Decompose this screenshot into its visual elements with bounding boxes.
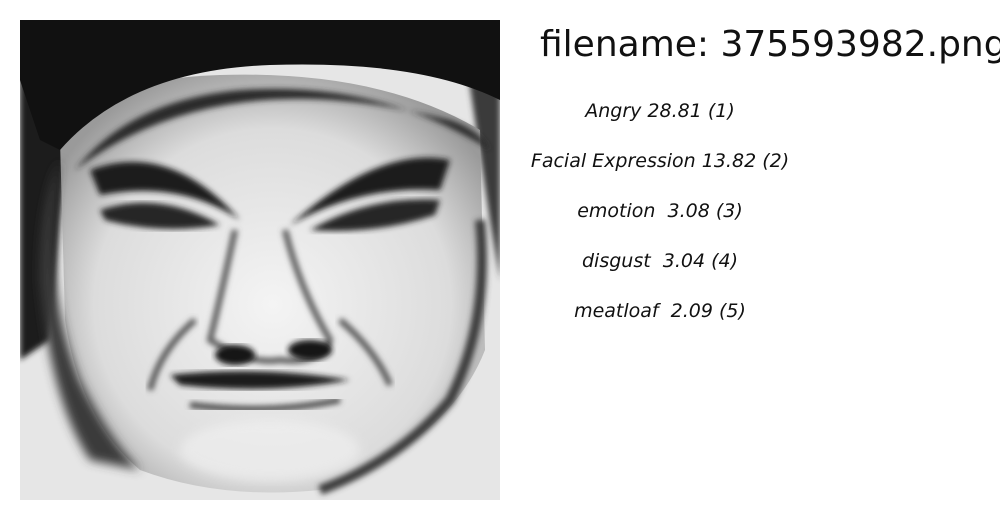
face-illustration	[20, 20, 500, 500]
prediction-item: Angry 28.81 (1)	[585, 100, 735, 122]
prediction-item: emotion 3.08 (3)	[577, 200, 743, 222]
prediction-list: Angry 28.81 (1) Facial Expression 13.82 …	[530, 100, 790, 350]
filename-title: filename: 375593982.png	[540, 24, 1000, 65]
prediction-item: Facial Expression 13.82 (2)	[530, 150, 790, 172]
face-photo	[20, 20, 500, 500]
prediction-item: disgust 3.04 (4)	[581, 250, 739, 272]
prediction-item: meatloaf 2.09 (5)	[574, 300, 746, 322]
